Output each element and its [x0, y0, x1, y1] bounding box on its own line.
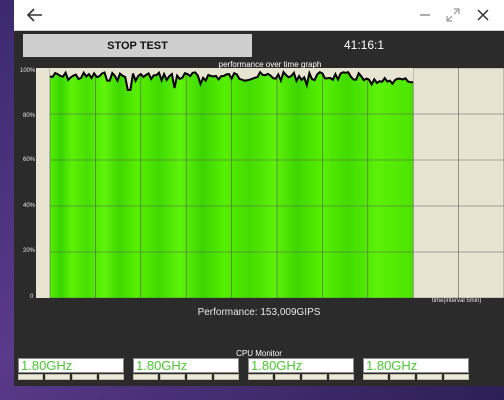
cpu-core-4: 1.80GHz	[363, 358, 469, 382]
title-bar	[14, 0, 504, 31]
performance-graph	[36, 68, 504, 298]
core-frequency-box: 1.80GHz	[248, 358, 354, 373]
core-frequency: 1.80GHz	[136, 358, 188, 373]
core-usage-bar	[133, 374, 239, 380]
app-window: STOP TEST 41:16:1 performance over time …	[14, 0, 504, 386]
maximize-icon[interactable]	[440, 0, 466, 30]
stop-test-button[interactable]: STOP TEST	[23, 34, 252, 57]
core-frequency-box: 1.80GHz	[363, 358, 469, 373]
cpu-monitor-title: CPU Monitor	[236, 349, 282, 358]
y-tick-60: 60%	[23, 157, 36, 163]
minimize-icon[interactable]	[412, 0, 438, 30]
core-frequency: 1.80GHz	[251, 358, 303, 373]
y-tick-100: 100%	[20, 68, 36, 74]
core-usage-bar	[18, 374, 124, 380]
elapsed-timer: 41:16:1	[344, 38, 385, 52]
core-frequency: 1.80GHz	[366, 358, 418, 373]
cpu-core-1: 1.80GHz	[18, 358, 124, 382]
y-tick-80: 80%	[23, 113, 36, 119]
core-frequency-box: 1.80GHz	[133, 358, 239, 373]
back-arrow-icon[interactable]	[20, 0, 50, 30]
performance-readout: Performance: 153,009GIPS	[197, 307, 321, 318]
core-frequency: 1.80GHz	[21, 358, 73, 373]
desktop-background: { "window": { "buttons": { "back": "back…	[0, 0, 504, 400]
core-frequency-box: 1.80GHz	[18, 358, 124, 373]
core-usage-bar	[363, 374, 469, 380]
y-tick-40: 40%	[23, 203, 36, 209]
y-tick-20: 20%	[23, 248, 36, 254]
x-axis-label: time(interval 5min)	[432, 298, 482, 304]
close-icon[interactable]	[470, 0, 496, 30]
cpu-core-2: 1.80GHz	[133, 358, 239, 382]
y-tick-0: 0	[30, 294, 34, 300]
cpu-core-3: 1.80GHz	[248, 358, 354, 382]
core-usage-bar	[248, 374, 354, 380]
